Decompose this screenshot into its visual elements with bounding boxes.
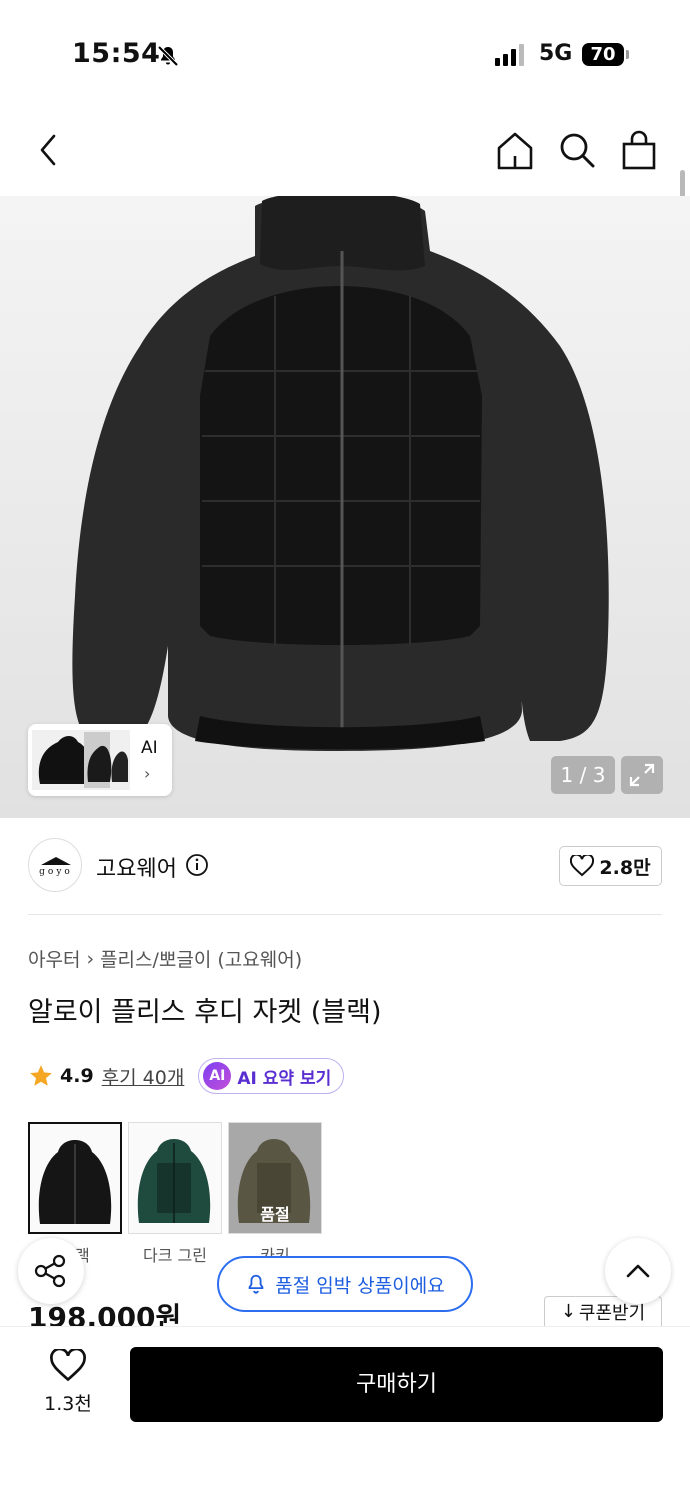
variant-khaki[interactable]: 품절 카키	[228, 1122, 322, 1265]
expand-icon[interactable]	[621, 756, 663, 794]
top-nav	[0, 120, 690, 184]
bell-muted-icon	[157, 45, 179, 67]
network-label: 5G	[539, 41, 573, 66]
download-icon: ↓	[560, 1301, 576, 1322]
status-bar: 15:54 5G 70	[0, 0, 690, 100]
variant-image	[128, 1122, 222, 1234]
chevron-up-icon	[626, 1264, 650, 1278]
variants-preview-image	[32, 730, 130, 790]
chevron-right-icon: ›	[86, 947, 95, 970]
low-stock-toast: 품절 임박 상품이에요	[217, 1256, 473, 1312]
brand-logo-text: goyo	[39, 867, 73, 877]
ai-badge-icon: AI	[203, 1062, 232, 1090]
back-icon[interactable]	[34, 130, 64, 170]
sold-out-label: 품절	[260, 1205, 290, 1224]
divider	[28, 914, 662, 915]
home-icon[interactable]	[495, 130, 535, 172]
breadcrumb-subcategory[interactable]: 플리스/뽀글이 (고요웨어)	[100, 945, 302, 972]
search-icon[interactable]	[557, 130, 597, 172]
wishlist-count: 1.3천	[44, 1393, 92, 1415]
star-icon	[30, 1065, 52, 1086]
shopping-bag-icon[interactable]	[620, 130, 658, 172]
variant-label: 다크 그린	[143, 1246, 207, 1265]
buy-button[interactable]: 구매하기	[130, 1347, 663, 1422]
wishlist-button[interactable]: 1.3천	[28, 1347, 108, 1416]
share-button[interactable]	[18, 1238, 84, 1304]
info-icon[interactable]	[185, 853, 209, 877]
ai-summary-button[interactable]: AI AI 요약 보기	[198, 1058, 345, 1094]
bell-icon	[248, 1274, 264, 1294]
breadcrumb: 아우터 › 플리스/뽀글이 (고요웨어)	[28, 945, 302, 972]
signal-icon	[495, 42, 524, 66]
reviews-link[interactable]: 후기 40개	[102, 1063, 185, 1090]
heart-icon	[50, 1347, 86, 1382]
brand-like-count: 2.8만	[599, 856, 651, 879]
ai-variants-thumbnail[interactable]: AI ›	[28, 724, 172, 796]
scroll-top-button[interactable]	[605, 1238, 671, 1304]
chevron-right-icon: ›	[144, 764, 151, 783]
rating-score: 4.9	[60, 1065, 94, 1087]
variant-dark-green[interactable]: 다크 그린	[128, 1122, 222, 1265]
brand-logo[interactable]: goyo	[28, 838, 82, 892]
brand-row: goyo 고요웨어 2.8만	[0, 838, 690, 894]
toast-text: 품절 임박 상품이에요	[275, 1274, 445, 1297]
product-title: 알로이 플리스 후디 자켓 (블랙)	[28, 997, 382, 1028]
brand-name[interactable]: 고요웨어	[96, 851, 177, 883]
ai-thumb-label: AI	[141, 738, 158, 758]
image-counter: 1 / 3	[551, 756, 615, 794]
status-time: 15:54	[72, 38, 161, 69]
variant-image: 품절	[228, 1122, 322, 1234]
battery-icon: 70	[582, 43, 624, 66]
variant-image	[28, 1122, 122, 1234]
ai-summary-label: AI 요약 보기	[237, 1068, 332, 1089]
battery-tip	[626, 50, 629, 59]
bottom-action-bar: 1.3천 구매하기	[0, 1326, 690, 1500]
rating-row: 4.9 후기 40개 AI AI 요약 보기	[28, 1058, 345, 1094]
heart-icon	[570, 855, 595, 877]
breadcrumb-category[interactable]: 아우터	[28, 945, 80, 972]
share-icon	[34, 1254, 66, 1288]
brand-like-button[interactable]: 2.8만	[559, 846, 662, 886]
